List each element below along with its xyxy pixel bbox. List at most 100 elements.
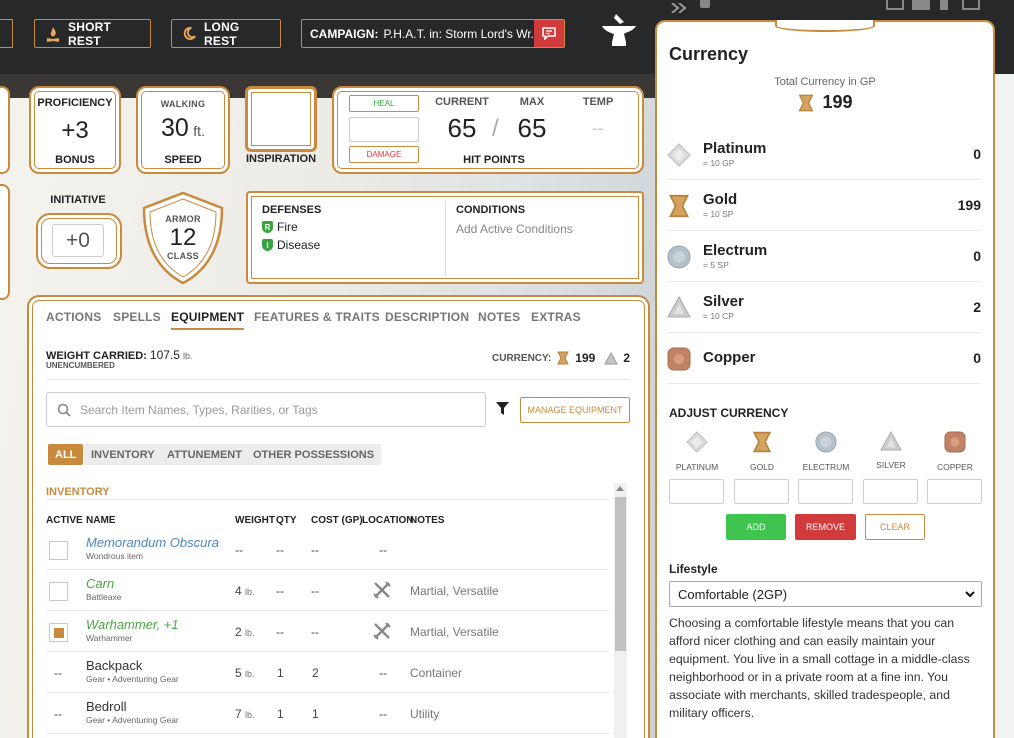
item-cost: 1 xyxy=(312,707,319,721)
chat-button[interactable] xyxy=(534,20,564,47)
item-location[interactable]: -- xyxy=(379,666,387,680)
active-checkbox[interactable] xyxy=(49,541,68,560)
tab-extras[interactable]: EXTRAS xyxy=(531,310,581,324)
coin-row-gold[interactable]: Gold = 10 SP 199 xyxy=(667,180,981,231)
tab-actions[interactable]: ACTIONS xyxy=(46,310,101,324)
hp-temp-label: TEMP xyxy=(582,96,614,108)
silver-coin-icon xyxy=(604,351,619,364)
search-icon xyxy=(57,403,71,417)
coin-row-electrum[interactable]: Electrum = 5 SP 0 xyxy=(667,231,981,282)
divider xyxy=(46,379,629,380)
conditions-placeholder[interactable]: Add Active Conditions xyxy=(456,222,573,236)
clear-label: CLEAR xyxy=(879,522,910,532)
layout-icon[interactable] xyxy=(962,0,980,10)
inventory-scrollbar[interactable] xyxy=(614,483,627,738)
table-row[interactable]: -- Bedroll Gear • Adventuring Gear 7 lb.… xyxy=(46,694,609,734)
item-name[interactable]: Memorandum Obscura xyxy=(86,535,219,550)
platinum-adjust-input[interactable] xyxy=(669,479,724,504)
short-rest-button[interactable]: SHORT REST xyxy=(34,19,151,48)
add-currency-button[interactable]: ADD xyxy=(726,514,786,540)
filter-icon[interactable] xyxy=(495,401,510,421)
filter-attunement[interactable]: ATTUNEMENT xyxy=(160,444,249,465)
damage-button[interactable]: DAMAGE xyxy=(349,146,419,163)
search-placeholder: Search Item Names, Types, Rarities, or T… xyxy=(80,402,318,417)
gold-coin-icon xyxy=(799,94,814,111)
defenses-conditions-box[interactable]: DEFENSES R Fire I Disease CONDITIONS Add… xyxy=(246,191,644,284)
defense-item: I Disease xyxy=(262,238,320,252)
item-name[interactable]: Backpack xyxy=(86,658,142,673)
item-weight: 7 xyxy=(235,707,242,721)
copper-adjust-input[interactable] xyxy=(927,479,982,504)
tab-description[interactable]: DESCRIPTION xyxy=(385,310,469,324)
tab-notes[interactable]: NOTES xyxy=(478,310,520,324)
coin-row-platinum[interactable]: Platinum = 10 GP 0 xyxy=(667,129,981,180)
initiative-value[interactable]: +0 xyxy=(52,224,104,257)
table-row[interactable]: Warhammer, +1 Warhammer 2 lb. -- -- Mart… xyxy=(46,612,609,652)
tab-features-traits[interactable]: FEATURES & TRAITS xyxy=(254,310,380,324)
copper-coin-icon xyxy=(667,347,691,371)
table-row[interactable]: -- Backpack Gear • Adventuring Gear 5 lb… xyxy=(46,653,609,693)
active-checkbox[interactable] xyxy=(49,623,68,642)
item-type: Gear • Adventuring Gear xyxy=(86,715,179,725)
manage-equipment-button[interactable]: MANAGE EQUIPMENT xyxy=(520,397,630,423)
inspiration-toggle[interactable] xyxy=(245,86,317,152)
gold-adjust-input[interactable] xyxy=(734,479,789,504)
conditions-title: CONDITIONS xyxy=(456,204,526,216)
table-row[interactable]: Carn Battleaxe 4 lb. -- -- Martial, Vers… xyxy=(46,571,609,611)
crossed-swords-icon[interactable] xyxy=(373,581,391,604)
table-row[interactable]: Memorandum Obscura Wondrous item -- -- -… xyxy=(46,530,609,570)
item-name[interactable]: Bedroll xyxy=(86,699,126,714)
tab-equipment[interactable]: EQUIPMENT xyxy=(171,310,245,330)
weight-value: 107.5 xyxy=(149,348,180,362)
item-name[interactable]: Warhammer, +1 xyxy=(86,617,179,632)
expand-icon[interactable] xyxy=(670,0,690,18)
heal-button[interactable]: HEAL xyxy=(349,95,419,112)
coin-name: Platinum xyxy=(703,140,767,157)
filter-other-possessions[interactable]: OTHER POSSESSIONS xyxy=(246,444,382,465)
layout-icon[interactable] xyxy=(940,0,948,10)
item-weight-unit: lb. xyxy=(245,587,255,597)
armor-class-box: ARMOR 12 CLASS xyxy=(140,190,226,286)
scroll-up-icon[interactable] xyxy=(616,486,624,491)
hp-temp-value[interactable]: -- xyxy=(568,118,628,139)
initiative-box: +0 xyxy=(36,213,122,269)
left-cut-button[interactable] xyxy=(0,19,13,48)
crossed-swords-icon[interactable] xyxy=(373,622,391,645)
long-rest-button[interactable]: LONG REST xyxy=(171,19,281,48)
item-search-input[interactable]: Search Item Names, Types, Rarities, or T… xyxy=(46,392,486,427)
coin-value: 199 xyxy=(957,197,981,213)
short-rest-label: SHORT REST xyxy=(68,19,111,48)
proficiency-footer: BONUS xyxy=(55,154,95,166)
item-notes: Utility xyxy=(410,707,440,721)
checkbox-checked-mark xyxy=(54,628,64,638)
lifestyle-label: Lifestyle xyxy=(669,562,718,576)
coin-row-silver[interactable]: Silver = 10 CP 2 xyxy=(667,282,981,333)
layout-icon[interactable] xyxy=(886,0,904,10)
hp-current-value[interactable]: 65 xyxy=(429,113,495,144)
clear-currency-button[interactable]: CLEAR xyxy=(865,514,925,540)
electrum-adjust-input[interactable] xyxy=(798,479,853,504)
currency-gold-value: 199 xyxy=(575,351,596,365)
walking-label: WALKING xyxy=(160,99,206,109)
dice-icon[interactable] xyxy=(700,0,710,8)
active-checkbox[interactable] xyxy=(49,582,68,601)
item-location: -- xyxy=(379,543,387,557)
hp-footer: HIT POINTS xyxy=(463,154,525,166)
tab-spells[interactable]: SPELLS xyxy=(113,310,161,324)
hp-amount-input[interactable] xyxy=(349,117,419,142)
scrollbar-thumb[interactable] xyxy=(615,497,626,651)
item-location[interactable]: -- xyxy=(379,707,387,721)
item-name[interactable]: Carn xyxy=(86,576,114,591)
layout-icon[interactable] xyxy=(912,0,930,10)
lifestyle-select[interactable]: Comfortable (2GP) xyxy=(669,581,982,607)
speed-box: WALKING 30 ft. SPEED xyxy=(136,86,230,174)
filter-all[interactable]: ALL xyxy=(48,444,84,465)
coin-row-copper[interactable]: Copper 0 xyxy=(667,333,981,384)
currency-summary[interactable]: CURRENCY: 199 2 xyxy=(492,351,630,365)
campfire-icon xyxy=(46,26,60,42)
immunity-shield-icon: I xyxy=(262,239,273,251)
remove-currency-button[interactable]: REMOVE xyxy=(795,514,856,540)
filter-inventory[interactable]: INVENTORY xyxy=(84,444,162,465)
campaign-button[interactable]: CAMPAIGN: P.H.A.T. in: Storm Lord's Wr..… xyxy=(301,19,565,48)
silver-adjust-input[interactable] xyxy=(863,479,918,504)
